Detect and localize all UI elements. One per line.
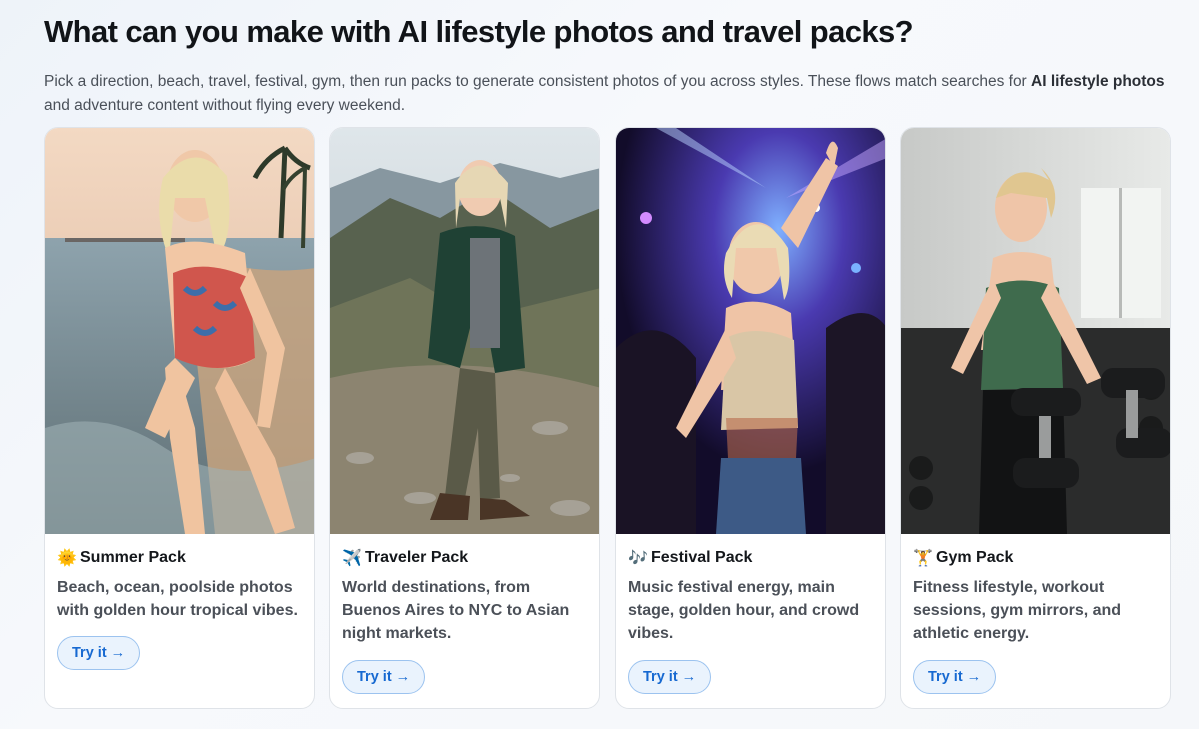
- traveler-pack-photo: [330, 128, 599, 534]
- pack-card-festival[interactable]: 🎶 Festival Pack Music festival energy, ma…: [615, 127, 886, 709]
- pack-card-traveler[interactable]: ✈️ Traveler Pack World destinations, from…: [329, 127, 600, 709]
- gym-pack-photo: [901, 128, 1170, 534]
- summer-pack-photo: [45, 128, 314, 534]
- pack-description: Beach, ocean, poolside photos with golde…: [57, 579, 298, 619]
- pack-cards: 🌞 Summer Pack Beach, ocean, poolside phot…: [44, 127, 1172, 709]
- try-summer-pack-button[interactable]: Try it →: [57, 636, 141, 670]
- try-festival-pack-button[interactable]: Try it →: [628, 660, 712, 694]
- pack-title: 🌞 Summer Pack: [57, 549, 186, 567]
- music-notes-icon: 🎶: [628, 550, 648, 567]
- sun-face-icon: 🌞: [57, 550, 77, 567]
- pack-card-gym[interactable]: 🏋️ Gym Pack Fitness lifestyle, workout se…: [900, 127, 1171, 709]
- page-title: What can you make with AI lifestyle phot…: [44, 14, 914, 49]
- pack-card-summer[interactable]: 🌞 Summer Pack Beach, ocean, poolside phot…: [44, 127, 315, 709]
- try-traveler-pack-button[interactable]: Try it →: [342, 660, 426, 694]
- pack-title: 🎶 Festival Pack: [628, 549, 753, 567]
- pack-description: Fitness lifestyle, workout sessions, gym…: [913, 579, 1122, 642]
- pack-description: World destinations, from Buenos Aires to…: [342, 579, 570, 642]
- airplane-icon: ✈️: [342, 550, 362, 567]
- festival-pack-photo: [616, 128, 885, 534]
- pack-title: ✈️ Traveler Pack: [342, 549, 469, 567]
- intro-paragraph: Pick a direction, beach, travel, festiva…: [44, 73, 1165, 114]
- try-gym-pack-button[interactable]: Try it →: [913, 660, 997, 694]
- pack-title: 🏋️ Gym Pack: [913, 549, 1014, 567]
- pack-description: Music festival energy, main stage, golde…: [628, 579, 860, 642]
- intro-keyword: AI lifestyle photos: [1031, 73, 1165, 90]
- weightlifter-icon: 🏋️: [913, 550, 933, 567]
